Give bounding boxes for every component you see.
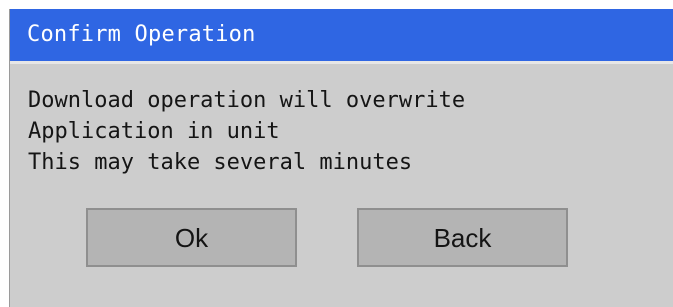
confirm-operation-dialog: Confirm Operation Download operation wil… bbox=[9, 9, 673, 307]
dialog-title: Confirm Operation bbox=[27, 22, 256, 47]
dialog-titlebar: Confirm Operation bbox=[10, 9, 673, 61]
back-button[interactable]: Back bbox=[357, 208, 568, 267]
message-line-duration: This may take several minutes bbox=[28, 150, 413, 175]
message-line-overwrite: Download operation will overwrite bbox=[28, 88, 466, 113]
titlebar-divider bbox=[10, 61, 673, 64]
ok-button[interactable]: Ok bbox=[86, 208, 297, 267]
message-line-application: Application in unit bbox=[28, 119, 280, 144]
dialog-message: Download operation will overwrite Applic… bbox=[28, 85, 465, 178]
screen: Confirm Operation Download operation wil… bbox=[0, 0, 673, 307]
